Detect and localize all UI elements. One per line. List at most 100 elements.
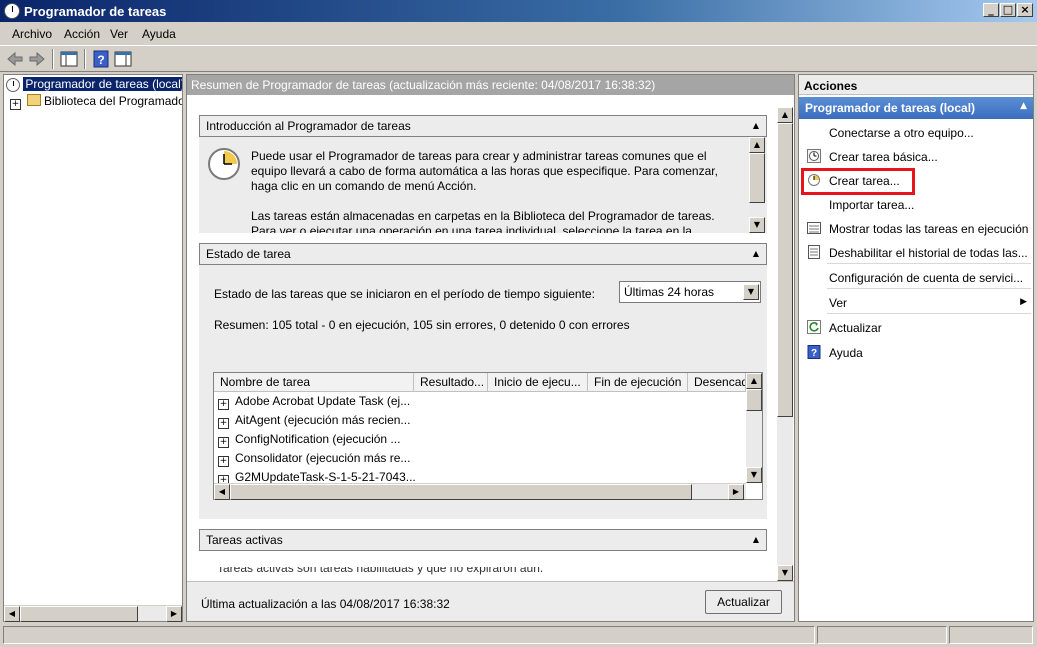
tree-horizontal-scrollbar[interactable]: ◀ ▶ bbox=[4, 605, 182, 622]
collapse-icon[interactable]: ▲ bbox=[750, 248, 762, 260]
scroll-down-icon[interactable]: ▼ bbox=[746, 467, 762, 483]
svg-text:?: ? bbox=[811, 348, 817, 359]
task-name: G2MUpdateTask-S-1-5-21-7043... bbox=[235, 470, 416, 484]
period-select[interactable]: Últimas 24 horas ▼ bbox=[619, 281, 761, 303]
scroll-thumb[interactable] bbox=[777, 123, 793, 417]
scroll-up-icon[interactable]: ▲ bbox=[777, 107, 793, 123]
refresh-button[interactable]: Actualizar bbox=[705, 590, 782, 614]
actions-group-title: Programador de tareas (local) bbox=[805, 101, 976, 115]
actions-group-header[interactable]: Programador de tareas (local) ▲ bbox=[799, 97, 1033, 119]
folder-icon bbox=[27, 94, 41, 106]
column-header-start[interactable]: Inicio de ejecu... bbox=[488, 373, 588, 392]
column-header-name[interactable]: Nombre de tarea bbox=[214, 373, 414, 392]
status-cell-3 bbox=[949, 626, 1033, 644]
intro-paragraph-1: Puede usar el Programador de tareas para… bbox=[251, 149, 718, 193]
scroll-right-icon[interactable]: ▶ bbox=[166, 606, 182, 622]
period-select-value: Últimas 24 horas bbox=[624, 285, 715, 299]
active-section-header[interactable]: Tareas activas ▲ bbox=[199, 529, 767, 551]
menu-ver[interactable]: Ver bbox=[110, 27, 128, 41]
tree-item-library[interactable]: + Biblioteca del Programador de tareas bbox=[10, 94, 182, 110]
action-import-task[interactable]: Importar tarea... bbox=[799, 194, 1033, 216]
scroll-up-icon[interactable]: ▲ bbox=[746, 373, 762, 389]
last-update-text: Última actualización a las 04/08/2017 16… bbox=[201, 597, 450, 611]
collapse-icon[interactable]: ▲ bbox=[750, 120, 762, 132]
expand-icon[interactable]: + bbox=[218, 399, 229, 410]
menu-bar: Archivo Acción Ver Ayuda bbox=[0, 22, 1037, 46]
collapse-icon[interactable]: ▲ bbox=[1020, 101, 1027, 111]
period-label: Estado de las tareas que se iniciaron en… bbox=[214, 287, 595, 301]
grid-horizontal-scrollbar[interactable]: ◀ ▶ bbox=[214, 483, 746, 500]
scroll-up-icon[interactable]: ▲ bbox=[749, 137, 765, 153]
expand-icon[interactable]: + bbox=[218, 437, 229, 448]
action-account-config[interactable]: Configuración de cuenta de servici... bbox=[799, 267, 1033, 289]
maximize-button[interactable]: □ bbox=[1000, 3, 1016, 17]
active-section-title: Tareas activas bbox=[206, 533, 283, 547]
history-icon bbox=[807, 245, 821, 259]
scroll-left-icon[interactable]: ◀ bbox=[4, 606, 20, 622]
menu-accion[interactable]: Acción bbox=[64, 27, 100, 41]
minimize-button[interactable]: _ bbox=[983, 3, 999, 17]
back-icon[interactable] bbox=[5, 49, 25, 69]
status-cell-main bbox=[3, 626, 815, 644]
action-connect[interactable]: Conectarse a otro equipo... bbox=[799, 122, 1033, 144]
action-refresh[interactable]: Actualizar bbox=[799, 317, 1033, 339]
active-section-text-line: Tareas activas son tareas habilitadas y … bbox=[217, 567, 544, 575]
table-row[interactable]: + AitAgent (ejecución más recien... bbox=[218, 413, 410, 432]
toolbar-separator bbox=[84, 49, 86, 69]
forward-icon[interactable] bbox=[27, 49, 47, 69]
intro-vertical-scrollbar[interactable]: ▲ ▼ bbox=[749, 137, 765, 233]
action-help[interactable]: ? Ayuda bbox=[799, 342, 1033, 364]
scroll-thumb[interactable] bbox=[20, 606, 138, 622]
intro-section-body: Puede usar el Programador de tareas para… bbox=[199, 137, 767, 233]
scroll-thumb[interactable] bbox=[230, 484, 692, 500]
actions-title: Acciones bbox=[799, 75, 1033, 95]
action-create-basic-task[interactable]: Crear tarea básica... bbox=[799, 146, 1033, 168]
highlight-box bbox=[801, 168, 915, 195]
dropdown-arrow-icon[interactable]: ▼ bbox=[743, 284, 759, 300]
scroll-right-icon[interactable]: ▶ bbox=[728, 484, 744, 500]
summary-pane: Resumen de Programador de tareas (actual… bbox=[186, 74, 795, 622]
help-icon[interactable]: ? bbox=[91, 49, 111, 69]
grid-vertical-scrollbar[interactable]: ▲ ▼ bbox=[746, 373, 762, 483]
scroll-down-icon[interactable]: ▼ bbox=[777, 565, 793, 581]
basic-task-icon bbox=[807, 149, 821, 163]
expand-icon[interactable]: + bbox=[218, 456, 229, 467]
show-action-pane-icon[interactable] bbox=[113, 49, 133, 69]
scroll-down-icon[interactable]: ▼ bbox=[749, 217, 765, 233]
action-disable-history[interactable]: Deshabilitar el historial de todas las..… bbox=[799, 242, 1033, 264]
table-row[interactable]: + Adobe Acrobat Update Task (ej... bbox=[218, 394, 410, 413]
refresh-icon bbox=[807, 320, 821, 334]
intro-paragraph-2: Las tareas están almacenadas en carpetas… bbox=[251, 209, 715, 233]
menu-archivo[interactable]: Archivo bbox=[12, 27, 52, 41]
action-view[interactable]: Ver ▶ bbox=[799, 292, 1033, 314]
action-show-running[interactable]: Mostrar todas las tareas en ejecución bbox=[799, 218, 1033, 240]
tree-item-library-label: Biblioteca del Programador de tareas bbox=[44, 94, 182, 108]
summary-footer: Última actualización a las 04/08/2017 16… bbox=[187, 581, 794, 621]
column-header-trigger[interactable]: Desencad bbox=[688, 373, 746, 392]
scroll-thumb[interactable] bbox=[749, 153, 765, 203]
show-console-tree-icon[interactable] bbox=[59, 49, 79, 69]
status-section-header[interactable]: Estado de tarea ▲ bbox=[199, 243, 767, 265]
task-name: AitAgent (ejecución más recien... bbox=[235, 413, 411, 427]
summary-vertical-scrollbar[interactable]: ▲ ▼ bbox=[777, 107, 793, 581]
close-button[interactable]: × bbox=[1017, 3, 1033, 17]
running-tasks-icon bbox=[807, 221, 821, 235]
task-name: Consolidator (ejecución más re... bbox=[235, 451, 411, 465]
scroll-left-icon[interactable]: ◀ bbox=[214, 484, 230, 500]
action-label: Deshabilitar el historial de todas las..… bbox=[829, 246, 1028, 260]
expand-icon[interactable]: + bbox=[218, 418, 229, 429]
table-row[interactable]: + ConfigNotification (ejecución ... bbox=[218, 432, 400, 451]
action-label: Configuración de cuenta de servici... bbox=[829, 271, 1024, 285]
menu-ayuda[interactable]: Ayuda bbox=[142, 27, 176, 41]
tree-item-root-label: Programador de tareas (local) bbox=[23, 77, 182, 91]
table-row[interactable]: + Consolidator (ejecución más re... bbox=[218, 451, 410, 470]
actions-separator bbox=[827, 313, 1031, 314]
column-header-end[interactable]: Fin de ejecución bbox=[588, 373, 688, 392]
intro-section-header[interactable]: Introducción al Programador de tareas ▲ bbox=[199, 115, 767, 137]
collapse-icon[interactable]: ▲ bbox=[750, 534, 762, 546]
scroll-thumb[interactable] bbox=[746, 389, 762, 411]
actions-separator bbox=[827, 288, 1031, 289]
column-header-result[interactable]: Resultado... bbox=[414, 373, 488, 392]
tree-item-root[interactable]: Programador de tareas (local) bbox=[6, 77, 182, 93]
expand-icon[interactable]: + bbox=[10, 99, 21, 110]
